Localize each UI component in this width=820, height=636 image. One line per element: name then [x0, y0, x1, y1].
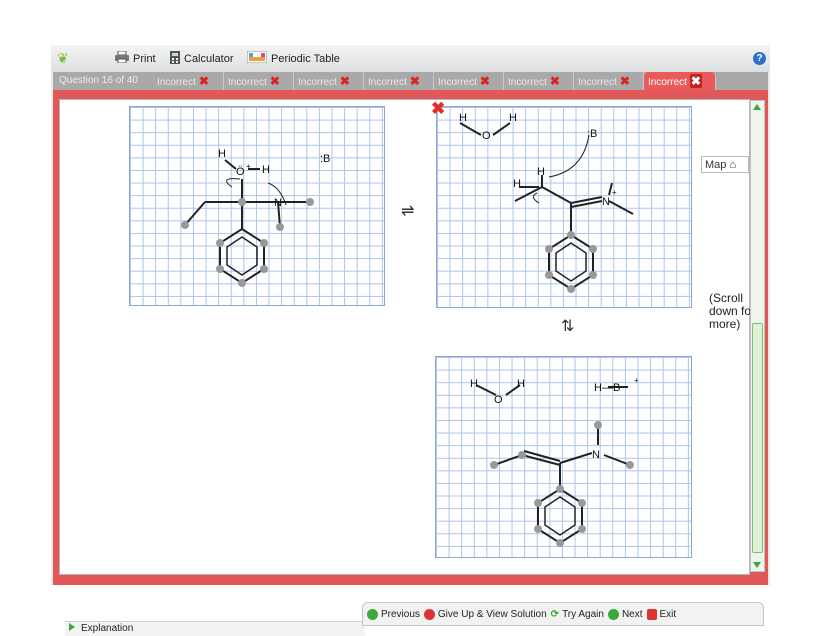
periodic-table-button[interactable]: Periodic Table — [246, 50, 340, 66]
incorrect-x-icon: ✖ — [689, 74, 702, 88]
tab-question-10[interactable]: Incorrect ✖ — [224, 72, 294, 90]
tab-question-11[interactable]: Incorrect ✖ — [294, 72, 364, 90]
svg-text:H: H — [218, 148, 226, 160]
print-button[interactable]: Print — [115, 50, 156, 66]
try-again-button[interactable]: ⟳ Try Again — [551, 609, 604, 620]
molecule-1: H Ö + H N :B — [181, 148, 330, 287]
navigation-bar: Previous Give Up & View Solution ⟳ Try Ag… — [362, 602, 764, 626]
incorrect-x-icon: ✖ — [198, 74, 209, 88]
molecule-3: H O H H—B + N — [470, 376, 639, 547]
tab-question-9[interactable]: Incorrect ✖ — [153, 72, 224, 90]
question-area: H Ö + H N :B ⇌ H O H H H N +:B ⇅ H O H … — [59, 99, 755, 636]
question-frame: H Ö + H N :B ⇌ H O H H H N +:B ⇅ H O H … — [53, 90, 768, 636]
incorrect-x-icon: ✖ — [619, 74, 630, 88]
incorrect-x-icon: ✖ — [269, 74, 280, 88]
exit-icon — [646, 608, 657, 620]
svg-text:H: H — [459, 112, 467, 124]
print-label: Print — [133, 52, 156, 65]
previous-label: Previous — [381, 608, 420, 620]
expand-triangle-icon — [69, 623, 75, 631]
incorrect-x-icon: ✖ — [549, 74, 560, 88]
svg-text:O: O — [494, 394, 503, 406]
tab-label: Incorrect — [228, 77, 267, 88]
svg-text:O: O — [482, 130, 491, 142]
incorrect-x-icon: ✖ — [409, 74, 420, 88]
vertical-scrollbar[interactable] — [750, 100, 765, 572]
toolbar: ❦ Print Calculator Periodic Table ? — [51, 45, 770, 72]
tab-label: Incorrect — [298, 77, 337, 88]
svg-text::B: :B — [320, 153, 330, 165]
svg-text:H—B: H—B — [594, 382, 620, 394]
svg-text:N: N — [592, 449, 600, 461]
svg-text:Ö: Ö — [236, 166, 245, 178]
calculator-button[interactable]: Calculator — [170, 51, 234, 67]
question-counter: Question 16 of 40 — [59, 75, 138, 86]
map-label: Map — [705, 159, 727, 171]
refresh-icon: ⟳ — [550, 608, 560, 620]
scroll-thumb[interactable] — [752, 323, 763, 553]
svg-text:+: + — [612, 188, 617, 197]
calculator-label: Calculator — [184, 53, 234, 65]
equilibrium-arrow-down-icon: ⇅ — [561, 318, 575, 335]
tab-label: Incorrect — [648, 77, 687, 88]
tab-label: Incorrect — [578, 77, 617, 88]
giveup-label: Give Up & View Solution — [437, 608, 547, 620]
incorrect-x-icon: ✖ — [479, 74, 490, 88]
tab-label: Incorrect — [508, 77, 547, 88]
svg-text:H: H — [537, 166, 545, 178]
explanation-toggle[interactable]: Explanation — [65, 621, 365, 636]
exit-label: Exit — [659, 608, 677, 620]
tab-question-15[interactable]: Incorrect ✖ — [574, 72, 644, 90]
tab-question-12[interactable]: Incorrect ✖ — [364, 72, 434, 90]
calculator-icon — [170, 51, 180, 67]
sketch-panel-3[interactable]: H O H H—B + N — [435, 356, 692, 558]
svg-text:H: H — [517, 378, 525, 390]
app-window: ❦ Print Calculator Periodic Table ? Ques… — [51, 45, 770, 636]
next-button[interactable]: Next — [607, 608, 643, 620]
incorrect-x-icon: ✖ — [339, 74, 350, 88]
tab-question-16[interactable]: Incorrect ✖ — [644, 72, 716, 90]
question-tabs: Question 16 of 40 Incorrect ✖ Incorrect ✖ … — [53, 72, 768, 90]
sketch-panel-2[interactable]: H O H H H N + :B — [436, 106, 692, 308]
tab-label: Incorrect — [157, 77, 196, 88]
leaf-logo-icon: ❦ — [57, 50, 69, 66]
periodic-table-icon — [246, 50, 268, 66]
equilibrium-arrow-icon: ⇌ — [401, 203, 415, 220]
give-up-button[interactable]: Give Up & View Solution — [423, 608, 547, 620]
give-up-icon — [423, 608, 435, 620]
map-button[interactable]: Map ⌂ — [701, 156, 749, 173]
scroll-down-icon[interactable] — [753, 562, 761, 568]
next-label: Next — [621, 608, 643, 620]
tab-question-13[interactable]: Incorrect ✖ — [434, 72, 504, 90]
help-icon[interactable]: ? — [753, 52, 766, 65]
delete-x-icon[interactable]: ✖ — [431, 99, 445, 119]
printer-icon — [115, 50, 129, 66]
exit-button[interactable]: Exit — [646, 608, 677, 620]
arrow-left-icon — [367, 608, 378, 620]
map-icon: ⌂ — [729, 159, 737, 171]
svg-text:+: + — [634, 376, 639, 385]
tryagain-label: Try Again — [562, 608, 604, 620]
scroll-up-icon[interactable] — [753, 104, 761, 110]
svg-text:H: H — [470, 378, 478, 390]
previous-button[interactable]: Previous — [367, 608, 420, 620]
periodic-table-label: Periodic Table — [271, 52, 340, 65]
svg-text::B: :B — [587, 128, 597, 140]
svg-text:H: H — [262, 164, 270, 176]
svg-text:N: N — [274, 197, 282, 209]
molecule-2: H O H H H N + :B — [459, 112, 634, 293]
tab-question-14[interactable]: Incorrect ✖ — [504, 72, 574, 90]
tab-label: Incorrect — [438, 77, 477, 88]
sketch-panel-1[interactable]: H Ö + H N :B — [129, 106, 385, 306]
svg-text:N: N — [602, 196, 610, 208]
svg-text:+: + — [246, 162, 251, 171]
arrow-right-icon — [607, 608, 619, 620]
svg-text:H: H — [509, 112, 517, 124]
explanation-label: Explanation — [81, 623, 134, 634]
svg-text:H: H — [513, 178, 521, 190]
tab-label: Incorrect — [368, 77, 407, 88]
